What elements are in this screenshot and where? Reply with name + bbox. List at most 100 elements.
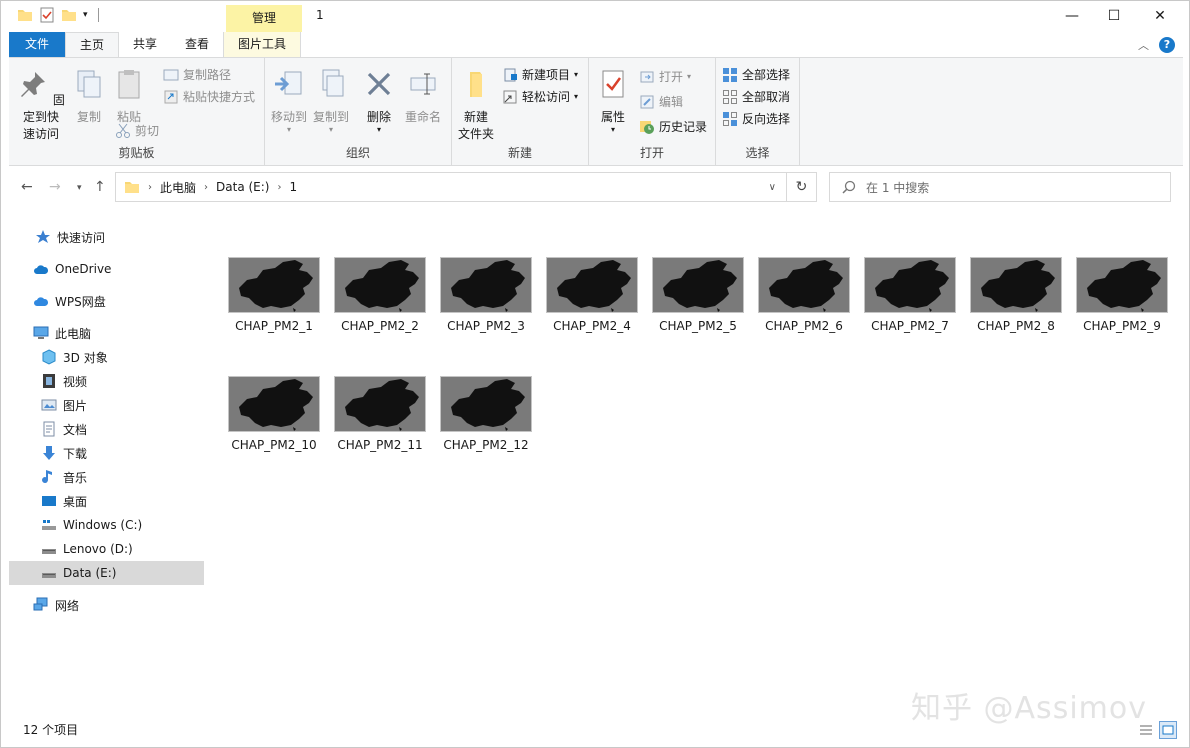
move-to-button[interactable]: 移动到 ▾ <box>269 68 309 134</box>
copy-path-button[interactable]: 复制路径 <box>163 66 231 83</box>
nav-network[interactable]: 网络 <box>9 593 204 617</box>
nav-wps[interactable]: WPS网盘 <box>9 289 204 313</box>
file-name: CHAP_PM2_6 <box>765 319 843 333</box>
map-thumbnail-image <box>440 257 532 313</box>
easy-access-button[interactable]: 轻松访问 ▾ <box>502 88 578 105</box>
nav-drive-e[interactable]: Data (E:) <box>9 561 204 585</box>
copy-to-icon <box>322 69 344 97</box>
navigation-pane: 快速访问 OneDrive WPS网盘 此电脑 3D 对象 视频 图片 文档 下… <box>9 211 205 711</box>
select-group-label: 选择 <box>745 146 770 160</box>
large-icons-view-icon[interactable] <box>1159 721 1177 739</box>
properties-button[interactable]: 属性 ▾ <box>593 68 633 134</box>
delete-label: 删除 <box>366 110 391 124</box>
pin-quick-access-button[interactable]: 固定到快 速访问 <box>15 68 67 143</box>
file-item[interactable]: CHAP_PM2_10 <box>221 376 327 452</box>
recent-locations-chevron-icon[interactable]: ▾ <box>77 183 82 193</box>
nav-desktop[interactable]: 桌面 <box>9 489 204 513</box>
nav-videos[interactable]: 视频 <box>9 369 204 393</box>
maximize-button[interactable]: ☐ <box>1091 1 1137 31</box>
nav-drive-d[interactable]: Lenovo (D:) <box>9 537 204 561</box>
new-folder-button[interactable]: 新建 文件夹 <box>456 68 496 143</box>
drive-icon <box>42 573 56 578</box>
file-item[interactable]: CHAP_PM2_11 <box>327 376 433 452</box>
address-dropdown-icon[interactable]: ∨ <box>769 182 776 193</box>
copy-to-button[interactable]: 复制到 ▾ <box>311 68 351 134</box>
open-group-label: 打开 <box>639 146 664 160</box>
back-button[interactable]: ← <box>21 179 33 195</box>
help-icon[interactable]: ? <box>1159 37 1175 53</box>
history-button[interactable]: 历史记录 <box>639 118 707 135</box>
paste-shortcut-button[interactable]: 粘贴快捷方式 <box>163 88 255 105</box>
file-item[interactable]: CHAP_PM2_1 <box>221 257 327 333</box>
nav-documents[interactable]: 文档 <box>9 417 204 441</box>
file-name: CHAP_PM2_7 <box>871 319 949 333</box>
nav-quick-access[interactable]: 快速访问 <box>9 225 204 249</box>
collapse-ribbon-icon[interactable]: ︿ <box>1138 37 1149 53</box>
file-item[interactable]: CHAP_PM2_4 <box>539 257 645 333</box>
nav-label: 下载 <box>63 446 88 461</box>
select-all-button[interactable]: 全部选择 <box>722 66 790 83</box>
minimize-button[interactable]: — <box>1049 1 1095 31</box>
file-name: CHAP_PM2_1 <box>235 319 313 333</box>
file-item[interactable]: CHAP_PM2_9 <box>1069 257 1175 333</box>
tab-picture-tools[interactable]: 图片工具 <box>223 32 302 57</box>
new-item-button[interactable]: 新建项目 ▾ <box>502 66 578 83</box>
invert-selection-button[interactable]: 反向选择 <box>722 110 790 127</box>
file-item[interactable]: CHAP_PM2_3 <box>433 257 539 333</box>
search-box[interactable]: 在 1 中搜索 <box>829 172 1171 202</box>
nav-downloads[interactable]: 下载 <box>9 441 204 465</box>
delete-button[interactable]: 删除 ▾ <box>361 68 397 134</box>
breadcrumb-drive-e[interactable]: Data (E:) <box>216 180 269 194</box>
properties-check-icon[interactable] <box>39 7 55 23</box>
up-button[interactable]: ↑ <box>94 179 106 195</box>
manage-context-tab[interactable]: 管理 <box>226 5 302 32</box>
nav-label: 快速访问 <box>57 230 106 245</box>
cut-button[interactable]: 剪切 <box>115 122 159 139</box>
tab-share[interactable]: 共享 <box>119 32 171 57</box>
nav-pictures[interactable]: 图片 <box>9 393 204 417</box>
folder-icon[interactable] <box>17 7 33 23</box>
file-item[interactable]: CHAP_PM2_8 <box>963 257 1069 333</box>
organize-group: 移动到 ▾ 复制到 ▾ 删除 ▾ 重命名 组织 <box>265 58 452 165</box>
nav-drive-c[interactable]: Windows (C:) <box>9 513 204 537</box>
tab-file[interactable]: 文件 <box>9 32 65 57</box>
nav-music[interactable]: 音乐 <box>9 465 204 489</box>
copy-icon <box>77 70 101 98</box>
new-group-label: 新建 <box>507 146 532 160</box>
new-folder-big-icon <box>470 72 482 97</box>
new-folder-icon[interactable] <box>61 7 77 23</box>
tab-home[interactable]: 主页 <box>65 32 120 57</box>
file-item[interactable]: CHAP_PM2_2 <box>327 257 433 333</box>
nav-label: 音乐 <box>63 470 88 485</box>
scissors-icon <box>116 123 130 138</box>
paste-button[interactable]: 粘贴 <box>111 68 147 126</box>
rename-button[interactable]: 重命名 <box>403 68 443 126</box>
open-icon <box>640 71 654 82</box>
refresh-button[interactable]: ↻ <box>787 172 817 202</box>
paste-shortcut-icon <box>164 90 178 103</box>
forward-button[interactable]: → <box>49 179 61 195</box>
edit-button[interactable]: 编辑 <box>639 93 683 110</box>
tab-view[interactable]: 查看 <box>171 32 223 57</box>
copy-button[interactable]: 复制 <box>71 68 107 126</box>
nav-this-pc[interactable]: 此电脑 <box>9 321 204 345</box>
file-item[interactable]: CHAP_PM2_5 <box>645 257 751 333</box>
nav-onedrive[interactable]: OneDrive <box>9 257 204 281</box>
new-group: 新建 文件夹 新建项目 ▾ 轻松访问 ▾ 新建 <box>452 58 589 165</box>
close-button[interactable]: ✕ <box>1137 1 1183 31</box>
file-list: CHAP_PM2_1 CHAP_PM2_2 CHAP_PM2_3 CHAP_PM2_4… <box>209 211 1183 719</box>
open-button[interactable]: 打开 ▾ <box>639 68 691 85</box>
select-none-button[interactable]: 全部取消 <box>722 88 790 105</box>
nav-3d-objects[interactable]: 3D 对象 <box>9 345 204 369</box>
qat-dropdown-icon[interactable]: ▾ <box>83 10 88 20</box>
file-name: CHAP_PM2_8 <box>977 319 1055 333</box>
breadcrumb-folder-1[interactable]: 1 <box>289 180 297 194</box>
search-icon <box>842 180 856 194</box>
file-item[interactable]: CHAP_PM2_6 <box>751 257 857 333</box>
address-bar[interactable]: › 此电脑 › Data (E:) › 1 ∨ <box>115 172 787 202</box>
details-view-icon[interactable] <box>1137 721 1155 739</box>
paste-shortcut-label: 粘贴快捷方式 <box>183 90 256 104</box>
breadcrumb-this-pc[interactable]: 此电脑 <box>160 179 196 196</box>
file-item[interactable]: CHAP_PM2_7 <box>857 257 963 333</box>
file-item[interactable]: CHAP_PM2_12 <box>433 376 539 452</box>
